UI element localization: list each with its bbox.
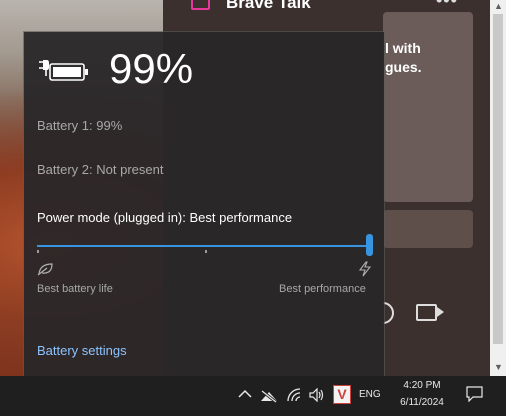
taskbar: V ENG 4:20 PM 6/11/2024 xyxy=(0,376,506,416)
brave-talk-title: Brave Talk xyxy=(226,0,311,12)
battery-settings-link[interactable]: Battery settings xyxy=(37,343,127,358)
power-mode-slider-thumb[interactable] xyxy=(366,234,373,256)
scroll-up-arrow-icon[interactable]: ▲ xyxy=(494,1,503,11)
language-indicator[interactable]: ENG xyxy=(359,389,381,400)
scroll-thumb[interactable] xyxy=(493,14,503,344)
leaf-icon xyxy=(37,263,53,276)
video-camera-icon[interactable] xyxy=(416,304,444,321)
battery-flyout: 99% Battery 1: 99% Battery 2: Not presen… xyxy=(24,32,384,376)
vertical-scrollbar[interactable]: ▲ ▼ xyxy=(490,0,506,376)
notification-icon[interactable] xyxy=(466,386,483,407)
battery-charging-icon xyxy=(39,60,88,81)
slider-min-label: Best battery life xyxy=(37,283,113,295)
battery-1-status: Battery 1: 99% xyxy=(37,118,123,133)
battery-percentage: 99% xyxy=(109,45,194,92)
scroll-down-arrow-icon[interactable]: ▼ xyxy=(494,362,503,372)
slider-tick xyxy=(205,250,207,253)
more-options-icon[interactable]: ••• xyxy=(436,0,458,11)
slider-tick xyxy=(37,250,39,253)
brave-card-text-1: l with xyxy=(385,40,421,56)
network-disconnected-icon[interactable] xyxy=(260,389,278,408)
clock-date[interactable]: 6/11/2024 xyxy=(393,397,451,408)
volume-icon[interactable] xyxy=(309,387,326,407)
vivaldi-icon[interactable]: V xyxy=(333,385,351,404)
battery-2-status: Battery 2: Not present xyxy=(37,162,164,177)
wifi-icon[interactable] xyxy=(286,388,302,407)
clock-time[interactable]: 4:20 PM xyxy=(399,380,445,391)
power-mode-label: Power mode (plugged in): Best performanc… xyxy=(37,210,293,225)
show-hidden-icons-chevron[interactable] xyxy=(238,386,252,402)
brave-card-secondary xyxy=(383,210,473,248)
brave-talk-logo-icon xyxy=(191,0,210,10)
brave-card-text-2: gues. xyxy=(385,59,422,75)
slider-max-label: Best performance xyxy=(279,283,366,295)
power-mode-slider[interactable] xyxy=(37,245,373,247)
lightning-icon xyxy=(358,261,372,277)
